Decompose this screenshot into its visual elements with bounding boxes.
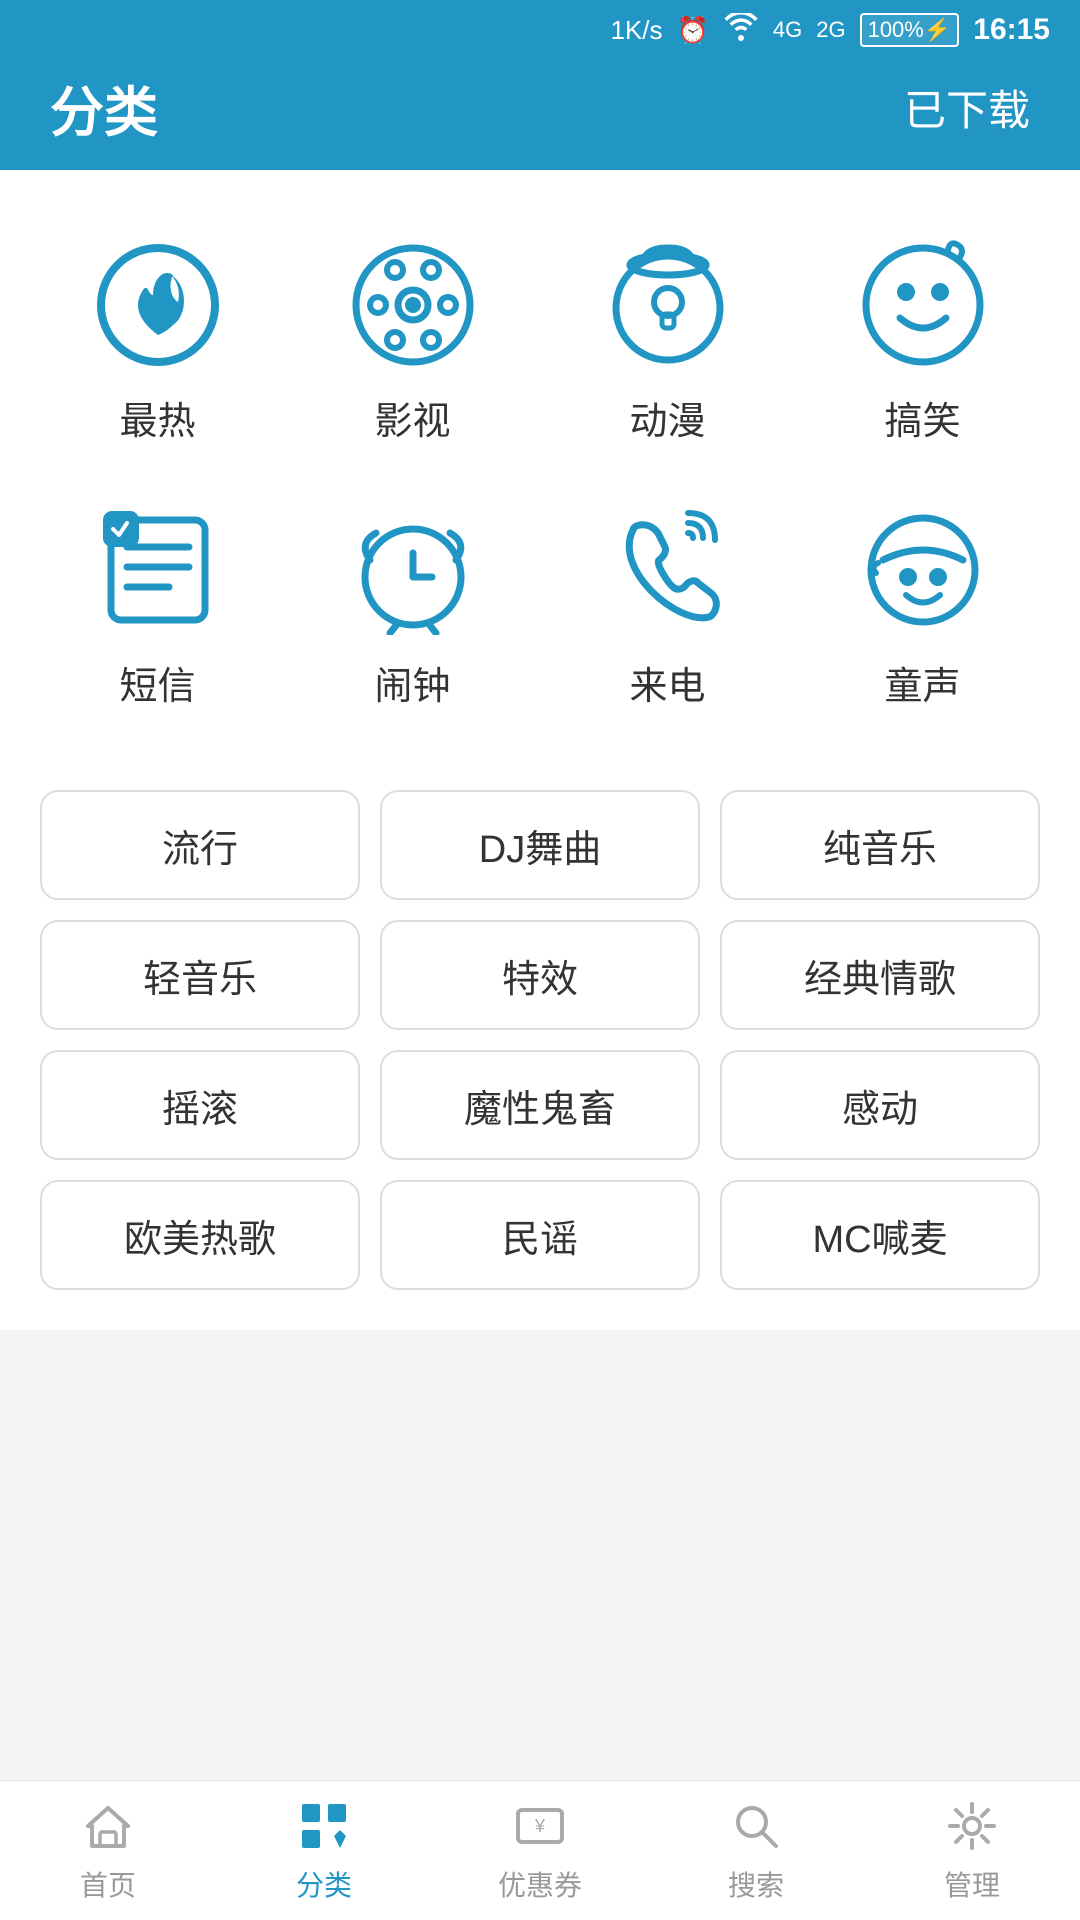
wifi-icon bbox=[723, 13, 759, 48]
video-label: 影视 bbox=[374, 390, 450, 445]
svg-text:¥: ¥ bbox=[534, 1816, 546, 1836]
page-title: 分类 bbox=[50, 68, 158, 147]
battery-icon: 100%⚡ bbox=[860, 13, 960, 47]
sms-icon bbox=[93, 505, 223, 635]
call-label: 来电 bbox=[629, 655, 705, 710]
category-video[interactable]: 影视 bbox=[285, 210, 540, 475]
category-hot[interactable]: 最热 bbox=[30, 210, 285, 475]
nav-home-label: 首页 bbox=[80, 1864, 136, 1904]
signal-2g: 2G bbox=[816, 17, 845, 43]
nav-category-label: 分类 bbox=[296, 1864, 352, 1904]
anime-label: 动漫 bbox=[629, 390, 705, 445]
music-btn-light[interactable]: 轻音乐 bbox=[40, 920, 360, 1030]
main-content: 最热 影视 bbox=[0, 170, 1080, 1330]
category-child[interactable]: 童声 bbox=[795, 475, 1050, 740]
nav-category[interactable]: 分类 bbox=[216, 1798, 432, 1904]
sms-label: 短信 bbox=[119, 655, 195, 710]
category-alarm[interactable]: 闹钟 bbox=[285, 475, 540, 740]
network-speed: 1K/s bbox=[610, 15, 662, 46]
music-btn-magic[interactable]: 魔性鬼畜 bbox=[380, 1050, 700, 1160]
music-btn-folk[interactable]: 民谣 bbox=[380, 1180, 700, 1290]
music-btn-rock[interactable]: 摇滚 bbox=[40, 1050, 360, 1160]
music-btn-instrumental[interactable]: 纯音乐 bbox=[720, 790, 1040, 900]
status-bar: 1K/s ⏰ 4G 2G 100%⚡ 16:15 bbox=[0, 0, 1080, 60]
app-header: 分类 已下载 bbox=[0, 60, 1080, 170]
nav-manage[interactable]: 管理 bbox=[864, 1798, 1080, 1904]
child-icon bbox=[858, 505, 988, 635]
time-display: 16:15 bbox=[973, 13, 1050, 47]
signal-4g: 4G bbox=[773, 17, 802, 43]
funny-label: 搞笑 bbox=[884, 390, 960, 445]
music-btn-dj[interactable]: DJ舞曲 bbox=[380, 790, 700, 900]
alarm-status-icon: ⏰ bbox=[676, 15, 708, 46]
video-icon bbox=[348, 240, 478, 370]
nav-coupon[interactable]: ¥ 优惠券 bbox=[432, 1798, 648, 1904]
music-btn-classic-love[interactable]: 经典情歌 bbox=[720, 920, 1040, 1030]
nav-search[interactable]: 搜索 bbox=[648, 1798, 864, 1904]
category-sms[interactable]: 短信 bbox=[30, 475, 285, 740]
music-btn-touching[interactable]: 感动 bbox=[720, 1050, 1040, 1160]
nav-home[interactable]: 首页 bbox=[0, 1798, 216, 1904]
bottom-navigation: 首页 分类 ¥ 优惠券 搜索 管理 bbox=[0, 1780, 1080, 1920]
hot-icon bbox=[93, 240, 223, 370]
funny-icon bbox=[858, 240, 988, 370]
category-call[interactable]: 来电 bbox=[540, 475, 795, 740]
music-btn-western[interactable]: 欧美热歌 bbox=[40, 1180, 360, 1290]
nav-coupon-label: 优惠券 bbox=[498, 1864, 582, 1904]
category-icon-grid: 最热 影视 bbox=[30, 210, 1050, 740]
nav-search-label: 搜索 bbox=[728, 1864, 784, 1904]
category-anime[interactable]: 动漫 bbox=[540, 210, 795, 475]
downloaded-button[interactable]: 已下载 bbox=[904, 77, 1030, 138]
music-btn-mc[interactable]: MC喊麦 bbox=[720, 1180, 1040, 1290]
anime-icon bbox=[603, 240, 733, 370]
child-label: 童声 bbox=[884, 655, 960, 710]
music-category-grid: 流行 DJ舞曲 纯音乐 轻音乐 特效 经典情歌 摇滚 魔性鬼畜 感动 欧美热歌 … bbox=[30, 790, 1050, 1290]
music-btn-popular[interactable]: 流行 bbox=[40, 790, 360, 900]
alarm-label: 闹钟 bbox=[374, 655, 450, 710]
music-btn-effects[interactable]: 特效 bbox=[380, 920, 700, 1030]
call-icon bbox=[603, 505, 733, 635]
hot-label: 最热 bbox=[119, 390, 195, 445]
category-funny[interactable]: 搞笑 bbox=[795, 210, 1050, 475]
alarm-icon bbox=[348, 505, 478, 635]
status-icons: 1K/s ⏰ 4G 2G 100%⚡ 16:15 bbox=[610, 13, 1050, 48]
nav-manage-label: 管理 bbox=[944, 1864, 1000, 1904]
